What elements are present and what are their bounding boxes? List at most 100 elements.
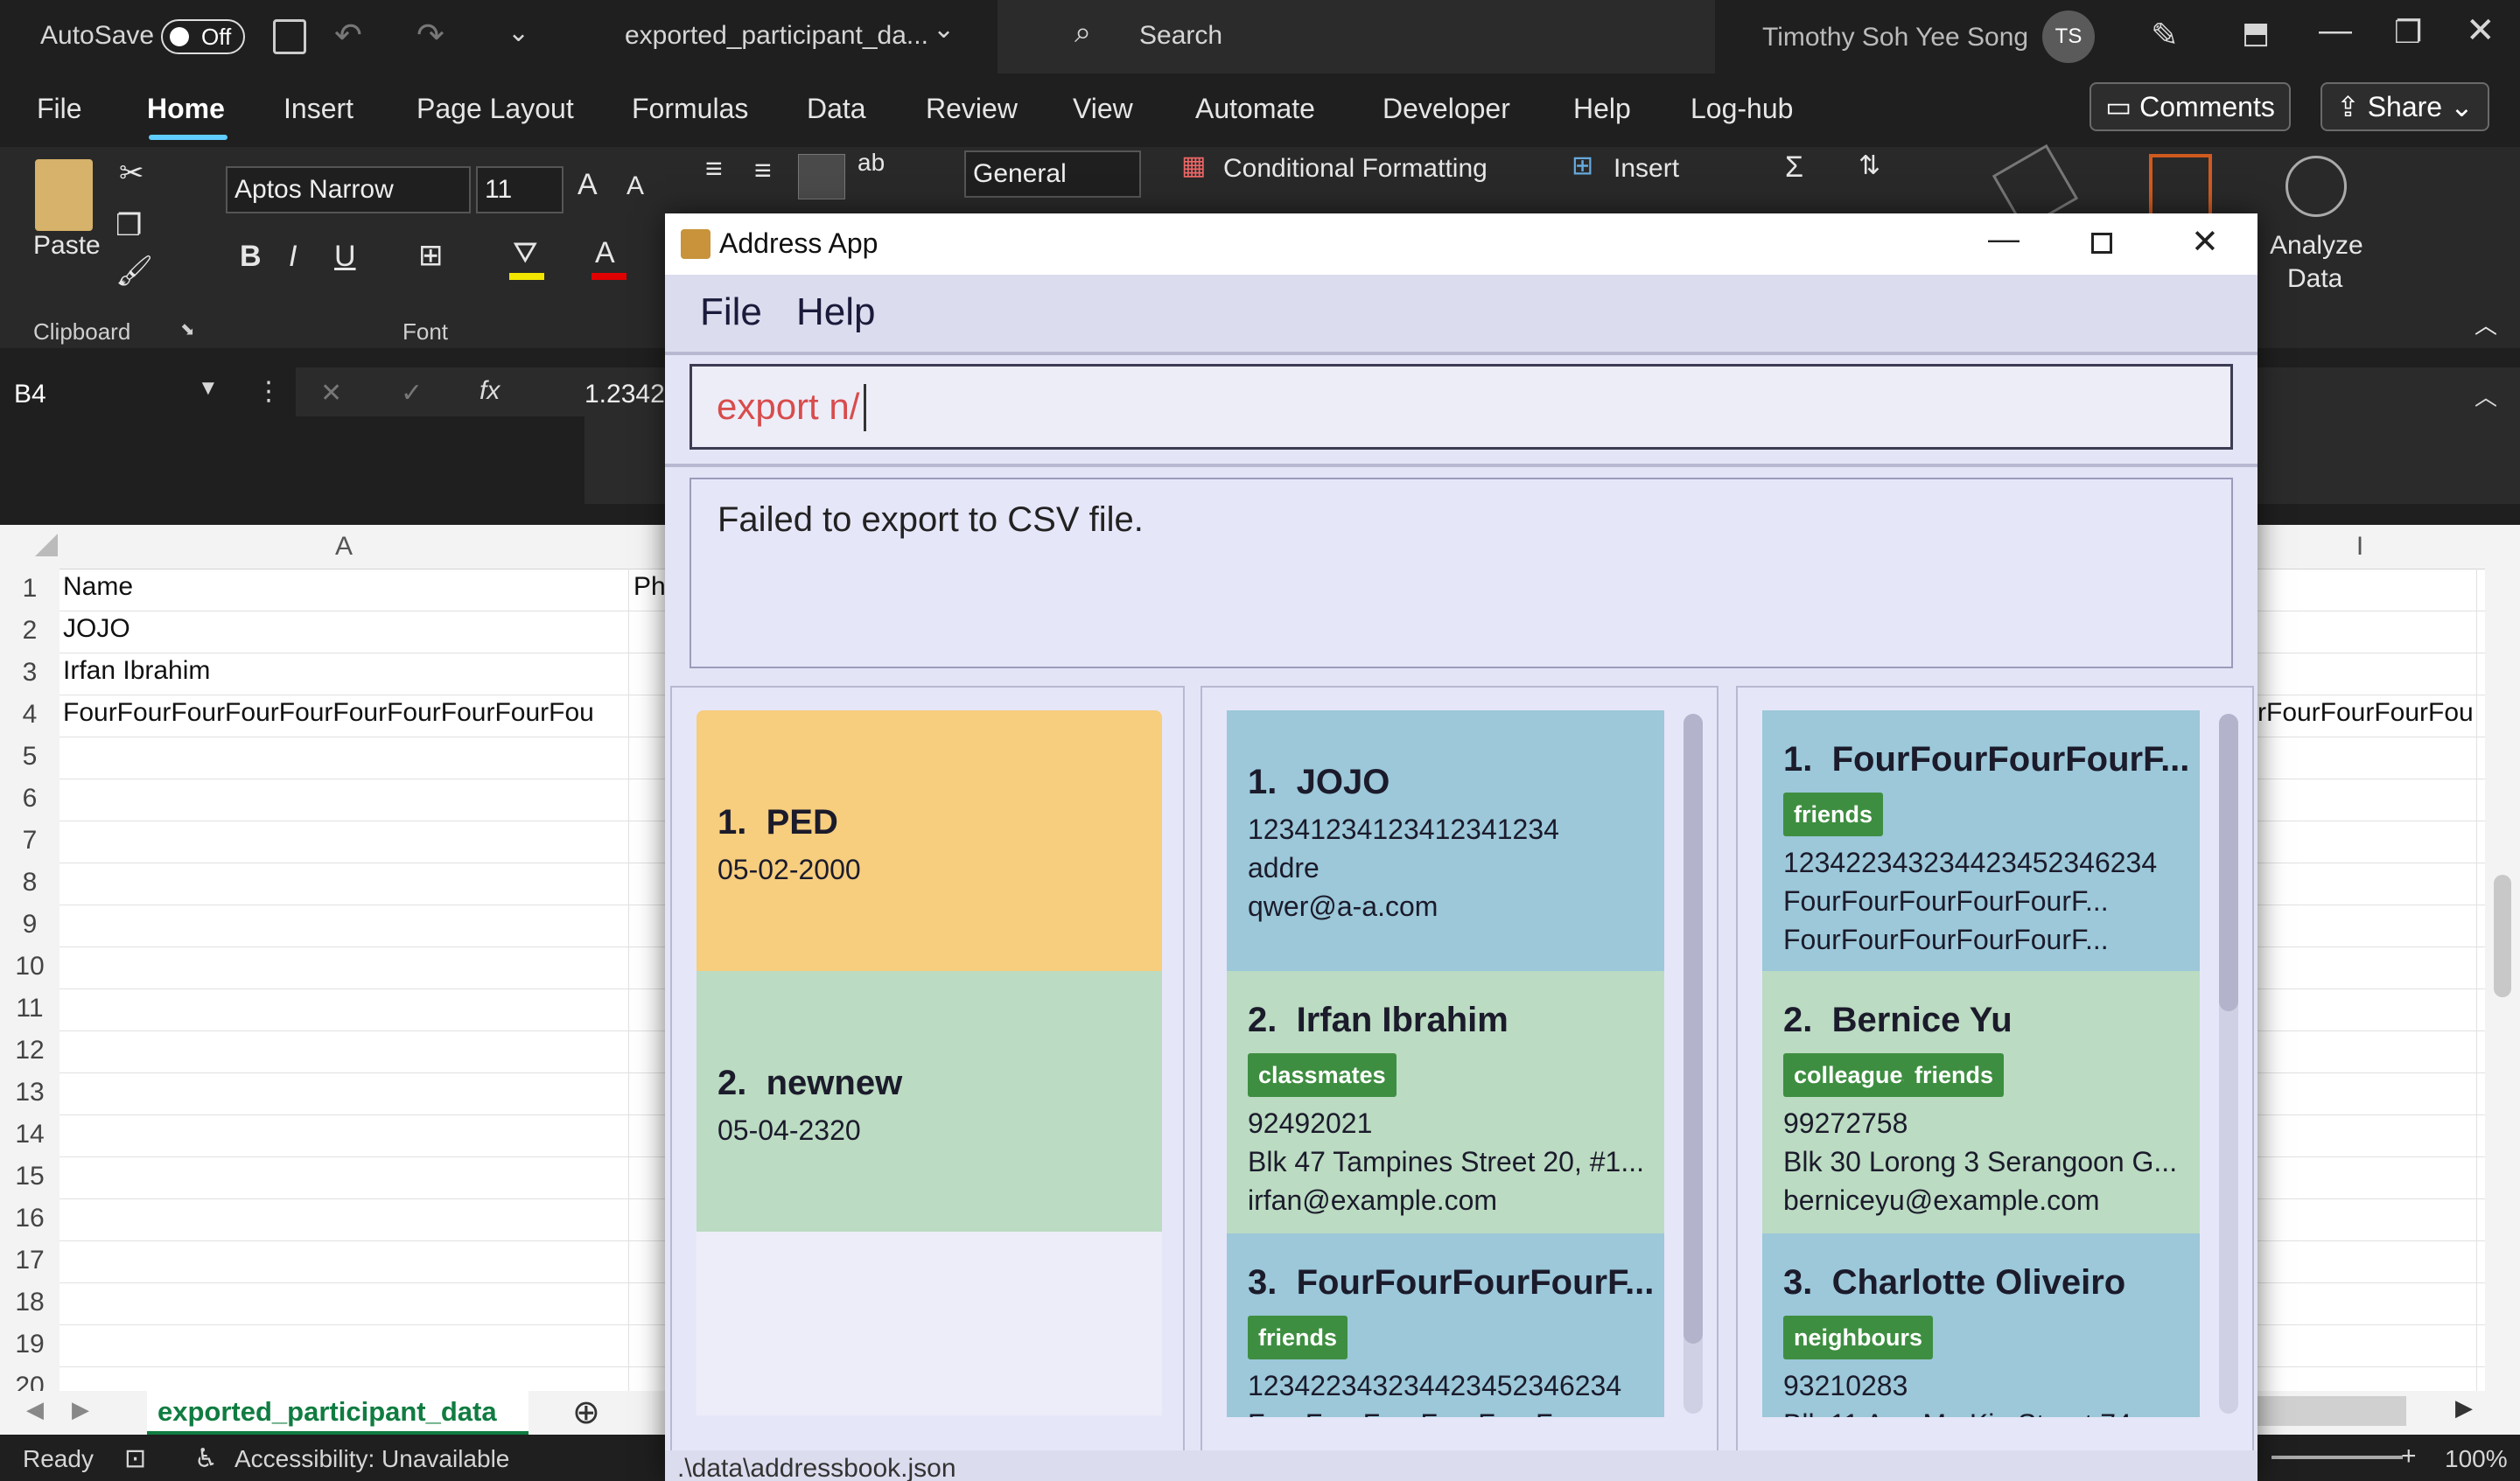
shrink-font-icon[interactable]: A: [626, 171, 644, 201]
vertical-scrollbar[interactable]: [2485, 525, 2520, 1391]
conditional-formatting-icon[interactable]: ▦: [1181, 150, 1206, 181]
sort-filter-icon[interactable]: ⇅: [1858, 150, 1880, 181]
tab-log-hub[interactable]: Log-hub: [1690, 93, 1793, 125]
select-all-icon[interactable]: [35, 534, 58, 556]
addins-icon[interactable]: [2149, 154, 2212, 217]
row-header[interactable]: 9: [0, 910, 60, 940]
file-name[interactable]: exported_participant_da...: [625, 21, 928, 51]
tab-home[interactable]: Home: [147, 93, 225, 125]
minimize-icon[interactable]: —: [2319, 12, 2352, 50]
avatar[interactable]: TS: [2042, 10, 2095, 63]
person-card[interactable]: 1. FourFourFourFourF... friends 12342234…: [1762, 710, 2200, 971]
cell-a1[interactable]: Name: [63, 572, 133, 602]
tab-developer[interactable]: Developer: [1382, 93, 1510, 125]
tab-view[interactable]: View: [1073, 93, 1133, 125]
tab-automate[interactable]: Automate: [1195, 93, 1315, 125]
row-header[interactable]: 12: [0, 1036, 60, 1065]
event-card[interactable]: 1. PED 05-02-2000: [696, 710, 1162, 971]
row-header[interactable]: 1: [0, 574, 60, 604]
accessibility-icon[interactable]: ♿: [194, 1443, 218, 1474]
cut-icon[interactable]: ✂: [119, 156, 144, 191]
share-button[interactable]: ⇪ Share ⌄: [2320, 82, 2489, 131]
row-header[interactable]: 19: [0, 1330, 60, 1359]
collapse-ribbon-icon[interactable]: ︿: [2474, 308, 2497, 340]
menu-help[interactable]: Help: [796, 290, 876, 334]
person-card[interactable]: 2. Irfan Ibrahim classmates 92492021 Blk…: [1227, 971, 1664, 1233]
row-header[interactable]: 11: [0, 994, 60, 1023]
cell-i4[interactable]: rFourFourFourFou: [2258, 698, 2476, 728]
cell-b1[interactable]: Ph: [634, 572, 666, 602]
save-icon[interactable]: [273, 19, 306, 54]
pen-icon[interactable]: ✎: [2151, 16, 2179, 55]
close-icon[interactable]: ✕: [2466, 10, 2496, 51]
redo-icon[interactable]: ↷: [416, 16, 444, 55]
copy-icon[interactable]: ❐: [116, 208, 142, 243]
ribbon-display-icon[interactable]: ⬒: [2242, 16, 2270, 51]
row-header[interactable]: 2: [0, 616, 60, 646]
borders-icon[interactable]: ⊞: [418, 238, 444, 273]
tab-help[interactable]: Help: [1573, 93, 1631, 125]
row-header[interactable]: 17: [0, 1246, 60, 1275]
undo-icon[interactable]: ↶: [334, 16, 362, 55]
row-header[interactable]: 10: [0, 952, 60, 982]
macro-icon[interactable]: ⊡: [124, 1443, 146, 1474]
scroll-right-icon[interactable]: ▶: [2455, 1394, 2473, 1422]
minimize-icon[interactable]: —: [1988, 220, 2020, 257]
tab-review[interactable]: Review: [926, 93, 1018, 125]
sheet-tab[interactable]: exported_participant_data: [147, 1391, 528, 1435]
accessibility-status[interactable]: Accessibility: Unavailable: [234, 1445, 509, 1473]
fill-color-icon[interactable]: ⛛: [513, 236, 538, 270]
row-header[interactable]: 5: [0, 742, 60, 772]
row-header[interactable]: 18: [0, 1288, 60, 1317]
person-card[interactable]: 2. Bernice Yu colleagues friends 9927275…: [1762, 971, 2200, 1233]
restore-icon[interactable]: ❐: [2394, 14, 2422, 51]
maximize-icon[interactable]: [2091, 233, 2112, 254]
more-options-icon[interactable]: ⋮: [256, 376, 282, 407]
scrollbar-thumb[interactable]: [2219, 714, 2238, 1011]
analyze-label-1[interactable]: Analyze: [2270, 231, 2363, 261]
row-header[interactable]: 3: [0, 658, 60, 688]
cell-a3[interactable]: Irfan Ibrahim: [63, 656, 210, 686]
insert-cells-label[interactable]: Insert: [1614, 154, 1679, 184]
column-header-a[interactable]: A: [60, 525, 628, 569]
row-header[interactable]: 6: [0, 784, 60, 814]
conditional-formatting-label[interactable]: Conditional Formatting: [1223, 154, 1488, 184]
command-input[interactable]: export n/: [690, 364, 2233, 450]
cell-a4[interactable]: FourFourFourFourFourFourFourFourFourFou: [63, 698, 626, 728]
search-box[interactable]: ⌕ Search: [998, 0, 1715, 73]
scroll-thumb[interactable]: [2494, 875, 2511, 997]
paste-icon[interactable]: [35, 159, 93, 231]
check-icon[interactable]: ✓: [401, 378, 423, 409]
row-header[interactable]: 7: [0, 826, 60, 856]
row-header[interactable]: 4: [0, 700, 60, 730]
column-header-i[interactable]: I: [2258, 525, 2462, 569]
tab-insert[interactable]: Insert: [284, 93, 354, 125]
zoom-slider[interactable]: [2272, 1456, 2403, 1459]
italic-button[interactable]: I: [289, 240, 297, 274]
tab-file[interactable]: File: [37, 93, 82, 125]
zoom-level[interactable]: 100%: [2445, 1445, 2508, 1473]
paste-label[interactable]: Paste: [33, 231, 101, 261]
cell-a2[interactable]: JOJO: [63, 614, 130, 644]
row-header[interactable]: 14: [0, 1120, 60, 1149]
close-icon[interactable]: ✕: [2191, 222, 2219, 262]
person-card[interactable]: 3. Charlotte Oliveiro neighbours 9321028…: [1762, 1233, 2200, 1417]
autosave-toggle[interactable]: Off: [161, 19, 245, 54]
cancel-icon[interactable]: ✕: [320, 378, 342, 409]
font-color-icon[interactable]: A: [595, 236, 615, 270]
align-bottom-button[interactable]: [798, 154, 845, 199]
person-card[interactable]: 1. JOJO 12341234123412341234 addre qwer@…: [1227, 710, 1664, 971]
person-card[interactable]: 3. FourFourFourFourF... friends 12342234…: [1227, 1233, 1664, 1417]
row-header[interactable]: 13: [0, 1078, 60, 1107]
grow-font-icon[interactable]: A: [578, 168, 598, 202]
underline-button[interactable]: U: [334, 240, 356, 274]
menu-file[interactable]: File: [700, 290, 762, 334]
align-top-icon[interactable]: ≡: [705, 152, 723, 186]
format-painter-icon[interactable]: 🖌: [116, 254, 153, 289]
tab-formulas[interactable]: Formulas: [632, 93, 748, 125]
autosum-icon[interactable]: Σ: [1785, 150, 1803, 185]
name-box[interactable]: B4 ▼: [0, 367, 229, 416]
expand-formula-icon[interactable]: ︿: [2474, 380, 2497, 412]
row-header[interactable]: 15: [0, 1162, 60, 1191]
font-name-select[interactable]: Aptos Narrow: [226, 166, 471, 213]
